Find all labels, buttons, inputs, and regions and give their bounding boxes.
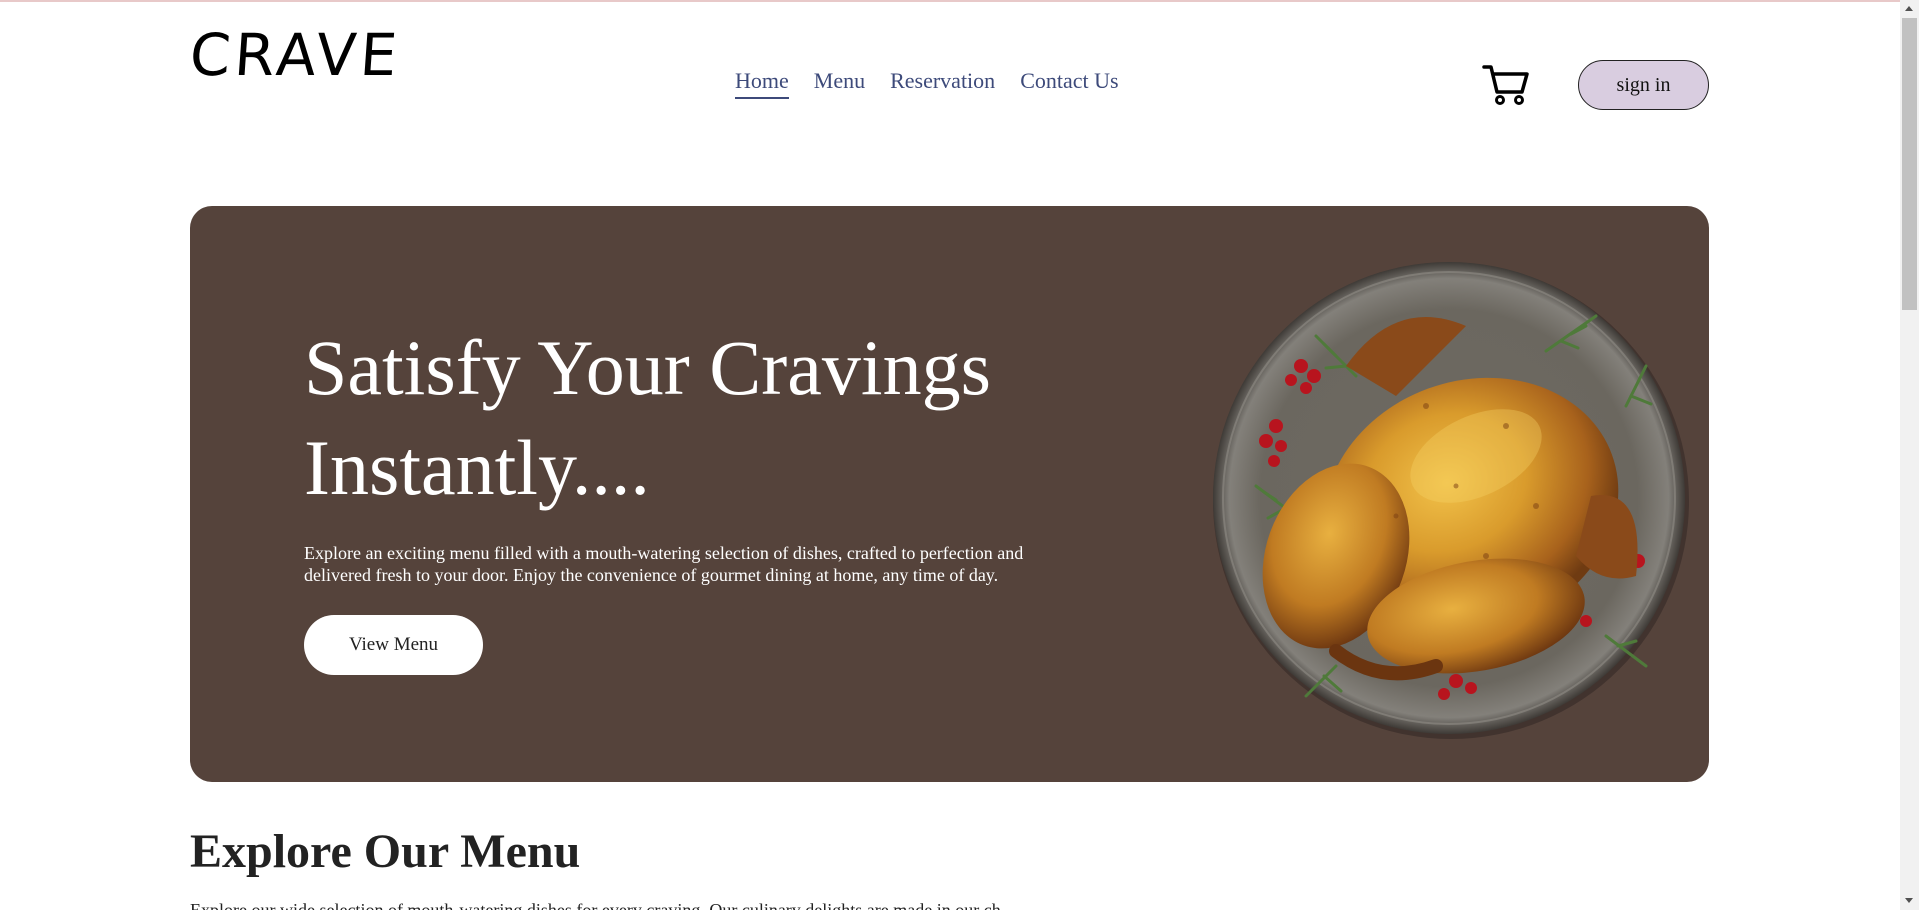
view-menu-button[interactable]: View Menu [304, 615, 483, 675]
nav-menu[interactable]: Menu [814, 68, 865, 99]
nav-contact-us[interactable]: Contact Us [1020, 68, 1118, 99]
explore-menu-text: Explore our wide selection of mouth-wate… [190, 900, 1001, 910]
scrollbar-thumb[interactable] [1902, 18, 1917, 310]
hero-banner: Satisfy Your Cravings Instantly.... Expl… [190, 206, 1709, 782]
hero-description: Explore an exciting menu filled with a m… [304, 543, 1024, 585]
logo[interactable]: CRAVE [188, 21, 404, 89]
page: CRAVE Home Menu Reservation Contact Us s… [0, 0, 1900, 910]
shopping-cart-icon[interactable] [1482, 62, 1530, 106]
hero-title: Satisfy Your Cravings Instantly.... [304, 324, 991, 511]
nav-reservation[interactable]: Reservation [890, 68, 995, 99]
roast-chicken-image [1213, 262, 1689, 739]
scroll-down-arrow-icon[interactable] [1905, 898, 1913, 903]
sign-in-button[interactable]: sign in [1578, 60, 1709, 110]
scroll-up-arrow-icon[interactable] [1905, 6, 1913, 11]
vertical-scrollbar[interactable] [1900, 0, 1919, 910]
main-nav: Home Menu Reservation Contact Us [735, 68, 1119, 99]
top-border [0, 0, 1900, 2]
nav-home[interactable]: Home [735, 68, 789, 99]
explore-menu-heading: Explore Our Menu [190, 825, 581, 878]
